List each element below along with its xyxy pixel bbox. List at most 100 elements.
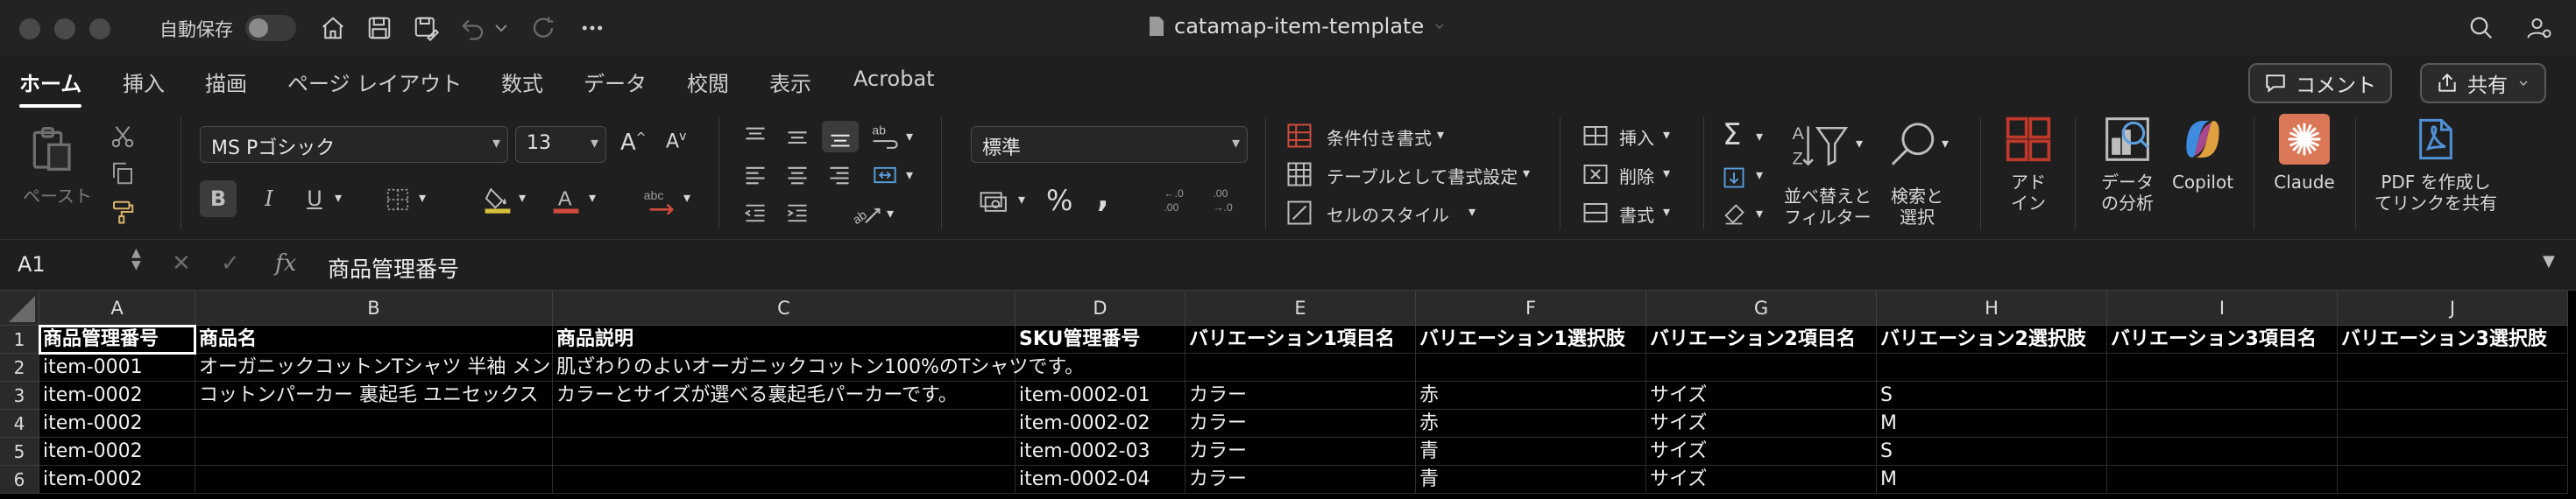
- confirm-entry-icon[interactable]: ✓: [221, 250, 240, 277]
- cell-c3[interactable]: カラーとサイズが選べる裏起毛パーカーです。: [553, 382, 1016, 410]
- comment-button[interactable]: コメント: [2248, 63, 2392, 103]
- insert-function-icon[interactable]: fx: [275, 250, 296, 277]
- format-as-table-button[interactable]: テーブルとして書式設定: [1327, 163, 1518, 188]
- column-header-j[interactable]: J: [2338, 291, 2568, 326]
- cell-e3[interactable]: カラー: [1185, 382, 1416, 410]
- chevron-down-icon[interactable]: ▾: [1942, 135, 1949, 151]
- cell-b6[interactable]: [195, 466, 553, 494]
- chevron-down-icon[interactable]: ▾: [906, 166, 913, 183]
- redo-icon[interactable]: [526, 11, 561, 46]
- cell-h3[interactable]: S: [1877, 382, 2107, 410]
- cell-h4[interactable]: M: [1877, 410, 2107, 438]
- cell-styles-icon[interactable]: [1284, 198, 1314, 228]
- increase-decimal-icon[interactable]: ←.0.00: [1157, 182, 1195, 219]
- tab-draw[interactable]: 描画: [205, 67, 247, 97]
- row-header-5[interactable]: 5: [0, 438, 39, 466]
- chevron-down-icon[interactable]: ▾: [1756, 128, 1763, 144]
- name-box-stepper-icon[interactable]: ▲ ▼: [131, 247, 141, 271]
- cell-j3[interactable]: [2338, 382, 2568, 410]
- chevron-down-icon[interactable]: ▾: [1756, 166, 1763, 183]
- claude-button[interactable]: Claude: [2269, 114, 2339, 193]
- cell-d4[interactable]: item-0002-02: [1016, 410, 1185, 438]
- cell-e5[interactable]: カラー: [1185, 438, 1416, 466]
- cell-f4[interactable]: 赤: [1416, 410, 1646, 438]
- cell-d1[interactable]: SKU管理番号: [1016, 326, 1185, 354]
- merge-center-icon[interactable]: [867, 159, 902, 191]
- undo-dropdown-icon[interactable]: [491, 11, 512, 46]
- save-as-icon[interactable]: [408, 11, 443, 46]
- cell-h5[interactable]: S: [1877, 438, 2107, 466]
- clear-icon[interactable]: [1719, 200, 1749, 229]
- chevron-down-icon[interactable]: ▾: [335, 189, 342, 206]
- decrease-decimal-icon[interactable]: .00 →.0: [1206, 182, 1244, 219]
- cancel-entry-icon[interactable]: ✕: [172, 250, 191, 277]
- cell-a4[interactable]: item-0002: [39, 410, 195, 438]
- accounting-format-icon[interactable]: [974, 182, 1015, 217]
- column-header-a[interactable]: A: [39, 291, 195, 326]
- cell-d2[interactable]: [1016, 354, 1185, 382]
- chevron-down-icon[interactable]: ▾: [1663, 126, 1670, 143]
- cell-e2[interactable]: [1185, 354, 1416, 382]
- column-header-i[interactable]: I: [2107, 291, 2338, 326]
- decrease-indent-icon[interactable]: [738, 198, 773, 229]
- cell-i3[interactable]: [2107, 382, 2338, 410]
- cell-e4[interactable]: カラー: [1185, 410, 1416, 438]
- chevron-down-icon[interactable]: ▾: [1856, 135, 1863, 151]
- cell-i6[interactable]: [2107, 466, 2338, 494]
- spreadsheet-grid[interactable]: A B C D E F G H I J 1 商品管理番号 商品名 商品説明 SKU管理番号 バリエーション1項…: [0, 291, 2576, 499]
- italic-button[interactable]: I: [251, 180, 287, 217]
- zoom-window-button[interactable]: [89, 18, 110, 39]
- paste-icon[interactable]: [25, 123, 77, 175]
- cell-g4[interactable]: サイズ: [1646, 410, 1877, 438]
- tab-data[interactable]: データ: [584, 67, 647, 97]
- undo-icon[interactable]: [456, 11, 491, 46]
- minimize-window-button[interactable]: [54, 18, 75, 39]
- font-size-select[interactable]: 13 ▾: [515, 126, 606, 163]
- row-header-3[interactable]: 3: [0, 382, 39, 410]
- format-painter-icon[interactable]: [107, 196, 138, 228]
- font-color-icon[interactable]: A: [548, 180, 584, 219]
- expand-formula-bar-icon[interactable]: ▼: [2543, 252, 2555, 271]
- align-right-icon[interactable]: [822, 159, 857, 191]
- increase-font-size-icon[interactable]: A^: [620, 130, 647, 156]
- analyze-data-button[interactable]: データ の分析: [2094, 114, 2161, 214]
- delete-cells-button[interactable]: 削除: [1619, 163, 1654, 188]
- row-header-2[interactable]: 2: [0, 354, 39, 382]
- chevron-down-icon[interactable]: ▾: [589, 189, 596, 206]
- cell-b5[interactable]: [195, 438, 553, 466]
- delete-cells-icon[interactable]: [1581, 159, 1610, 189]
- cell-a1[interactable]: 商品管理番号: [39, 325, 196, 355]
- chevron-down-icon[interactable]: ▾: [1663, 165, 1670, 181]
- cell-a5[interactable]: item-0002: [39, 438, 195, 466]
- align-center-icon[interactable]: [780, 159, 815, 191]
- cell-f2[interactable]: [1416, 354, 1646, 382]
- close-window-button[interactable]: [19, 18, 40, 39]
- cell-f1[interactable]: バリエーション1選択肢: [1416, 326, 1646, 354]
- tab-view[interactable]: 表示: [769, 67, 811, 97]
- cell-d6[interactable]: item-0002-04: [1016, 466, 1185, 494]
- cell-g6[interactable]: サイズ: [1646, 466, 1877, 494]
- conditional-format-icon[interactable]: [1284, 121, 1314, 151]
- chevron-down-icon[interactable]: ▾: [887, 205, 894, 221]
- cell-c5[interactable]: [553, 438, 1016, 466]
- cell-j1[interactable]: バリエーション3選択肢: [2338, 326, 2568, 354]
- cell-j2[interactable]: [2338, 354, 2568, 382]
- tab-home[interactable]: ホーム: [19, 67, 82, 108]
- cell-e1[interactable]: バリエーション1項目名: [1185, 326, 1416, 354]
- format-cells-icon[interactable]: [1581, 198, 1610, 228]
- text-effects-icon[interactable]: abc: [640, 180, 680, 219]
- cell-d5[interactable]: item-0002-03: [1016, 438, 1185, 466]
- format-as-table-icon[interactable]: [1284, 159, 1314, 189]
- find-select-icon[interactable]: [1884, 116, 1943, 175]
- insert-cells-icon[interactable]: [1581, 121, 1610, 151]
- cell-f5[interactable]: 青: [1416, 438, 1646, 466]
- cell-styles-button[interactable]: セルのスタイル: [1327, 201, 1449, 227]
- copilot-button[interactable]: Copilot: [2168, 114, 2238, 193]
- autosum-icon[interactable]: Σ: [1723, 117, 1741, 152]
- fill-color-icon[interactable]: [480, 180, 515, 219]
- chevron-down-icon[interactable]: ▾: [1523, 165, 1530, 181]
- insert-cells-button[interactable]: 挿入: [1619, 124, 1654, 150]
- tab-acrobat[interactable]: Acrobat: [853, 67, 935, 91]
- formula-input[interactable]: 商品管理番号: [315, 245, 2576, 285]
- tab-formulas[interactable]: 数式: [501, 67, 543, 97]
